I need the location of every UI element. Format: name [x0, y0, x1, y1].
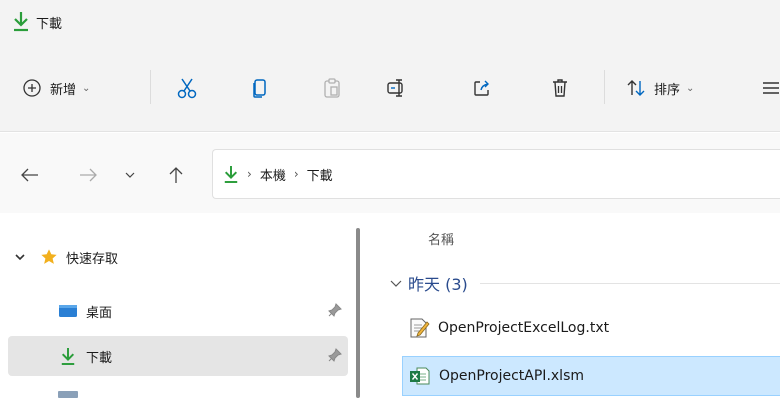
new-button[interactable]: 新增 ⌄: [22, 74, 90, 102]
download-icon: [14, 12, 28, 32]
file-row[interactable]: OpenProjectExcelLog.txt: [402, 308, 780, 348]
cut-button[interactable]: [176, 74, 198, 102]
sidebar-item-downloads[interactable]: 下載: [8, 336, 348, 376]
sidebar-item-label: 快速存取: [66, 251, 119, 267]
arrow-right-icon: [80, 168, 97, 182]
group-divider: [479, 282, 780, 284]
copy-button[interactable]: [250, 74, 270, 102]
breadcrumb-this-pc[interactable]: 本機: [260, 165, 286, 184]
chevron-down-icon: ⌄: [82, 82, 91, 94]
sort-button-label: 排序: [654, 82, 681, 98]
desktop-folder-icon: [59, 305, 77, 317]
command-bar: 新增 ⌄ 排序 ⌄: [0, 44, 780, 132]
breadcrumb-downloads[interactable]: 下載: [307, 165, 333, 184]
share-button[interactable]: [472, 74, 492, 102]
delete-icon: [553, 79, 567, 97]
group-header-yesterday[interactable]: 昨天 (3): [390, 271, 780, 295]
paste-icon: [324, 78, 340, 98]
chevron-down-icon[interactable]: [14, 252, 26, 262]
address-bar[interactable]: › 本機 › 下載: [212, 149, 780, 199]
rename-button[interactable]: [386, 74, 408, 102]
chevron-down-icon[interactable]: [390, 278, 402, 288]
title-bar: 下載: [0, 0, 780, 44]
pin-icon[interactable]: [328, 348, 342, 362]
chevron-down-icon: ⌄: [686, 82, 695, 94]
view-button[interactable]: [762, 74, 780, 102]
cut-icon: [177, 78, 197, 99]
arrow-left-icon: [21, 168, 38, 182]
file-list: 名稱 昨天 (3) OpenProjectExcelLog.txt OpenPr…: [368, 213, 780, 398]
new-button-label: 新增: [50, 82, 77, 98]
star-icon: [41, 249, 57, 264]
chevron-right-icon[interactable]: ›: [247, 167, 252, 181]
navigation-row: › 本機 › 下載: [0, 133, 780, 213]
recent-locations-button[interactable]: [118, 163, 142, 187]
column-header-name[interactable]: 名稱: [428, 229, 454, 248]
view-menu-icon: [763, 82, 779, 94]
sidebar-item-label: 桌面: [86, 305, 113, 321]
copy-icon: [253, 79, 266, 98]
chevron-right-icon[interactable]: ›: [294, 167, 299, 181]
sort-icon: [627, 80, 645, 96]
rename-icon: [387, 79, 403, 97]
file-name: OpenProjectExcelLog.txt: [438, 320, 610, 336]
back-button[interactable]: [18, 163, 42, 187]
pin-icon[interactable]: [328, 303, 342, 317]
arrow-up-icon: [169, 167, 183, 183]
share-icon: [474, 80, 489, 96]
paste-button[interactable]: [322, 74, 342, 102]
download-icon: [61, 348, 75, 365]
plus-circle-icon: [23, 79, 41, 97]
sidebar-scrollbar[interactable]: [356, 228, 360, 398]
group-title: 昨天 (3): [408, 275, 468, 294]
file-name: OpenProjectAPI.xlsm: [439, 368, 584, 384]
window-title: 下載: [36, 17, 63, 32]
delete-button[interactable]: [550, 74, 570, 102]
up-button[interactable]: [164, 163, 188, 187]
sidebar-item-quick-access[interactable]: 快速存取: [8, 237, 348, 277]
excel-file-icon: [410, 367, 430, 385]
sidebar-item-label: 下載: [86, 350, 113, 366]
sidebar-item-desktop[interactable]: 桌面: [8, 291, 348, 331]
download-icon: [224, 166, 238, 183]
navigation-pane: 快速存取 桌面 下載: [0, 213, 360, 398]
toolbar-separator: [604, 70, 605, 104]
file-row[interactable]: OpenProjectAPI.xlsm: [402, 356, 780, 396]
chevron-down-icon: [125, 172, 135, 178]
toolbar-separator: [150, 70, 151, 104]
sidebar-item-partial[interactable]: [58, 391, 78, 398]
text-file-icon: [410, 318, 430, 338]
sort-button[interactable]: 排序 ⌄: [626, 74, 694, 102]
forward-button[interactable]: [76, 163, 100, 187]
